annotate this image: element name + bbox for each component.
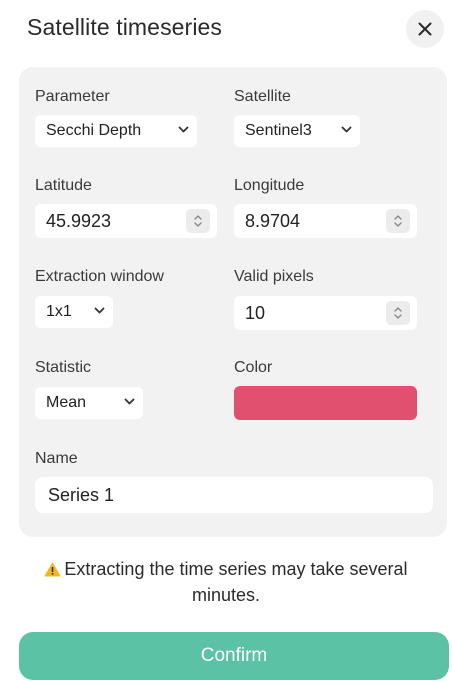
longitude-stepper[interactable]: [386, 209, 410, 233]
confirm-label: Confirm: [200, 645, 268, 666]
name-input[interactable]: [35, 477, 433, 513]
satellite-timeseries-dialog: Satellite timeseries Parameter Secchi De…: [0, 0, 452, 681]
longitude-value: 8.9704: [245, 210, 301, 231]
name-label: Name: [35, 450, 78, 467]
warning-icon: [44, 562, 61, 577]
stepper-icon: [394, 307, 402, 319]
latitude-stepper[interactable]: [186, 209, 210, 233]
dialog-title: Satellite timeseries: [27, 14, 223, 40]
statistic-value: Mean: [46, 394, 87, 411]
close-button[interactable]: [406, 10, 444, 48]
chevron-down-icon: [178, 126, 189, 133]
satellite-select[interactable]: Sentinel3: [234, 115, 360, 147]
latitude-input[interactable]: 45.9923: [35, 204, 217, 238]
extraction-window-label: Extraction window: [35, 268, 164, 285]
valid-pixels-input[interactable]: 10: [234, 296, 417, 330]
chevron-down-icon: [341, 126, 352, 133]
satellite-label: Satellite: [234, 88, 291, 105]
valid-pixels-label: Valid pixels: [234, 268, 314, 285]
warning-text: Extracting the time series may take seve…: [64, 559, 408, 605]
satellite-value: Sentinel3: [245, 122, 312, 139]
confirm-button[interactable]: Confirm: [19, 632, 449, 680]
stepper-icon: [194, 215, 202, 227]
extraction-window-select[interactable]: 1x1: [35, 296, 113, 328]
close-icon: [418, 22, 432, 36]
latitude-value: 45.9923: [46, 210, 112, 231]
extraction-window-value: 1x1: [46, 303, 72, 320]
parameter-select[interactable]: Secchi Depth: [35, 115, 197, 147]
parameter-value: Secchi Depth: [46, 122, 142, 139]
chevron-down-icon: [124, 398, 135, 405]
longitude-input[interactable]: 8.9704: [234, 204, 417, 238]
stepper-icon: [394, 215, 402, 227]
parameter-label: Parameter: [35, 88, 110, 105]
chevron-down-icon: [94, 307, 105, 314]
statistic-select[interactable]: Mean: [35, 387, 143, 419]
warning-message: Extracting the time series may take seve…: [20, 556, 432, 608]
color-picker[interactable]: [234, 386, 417, 420]
color-label: Color: [234, 359, 273, 376]
statistic-label: Statistic: [35, 359, 92, 376]
dialog-header: Satellite timeseries: [0, 0, 452, 60]
valid-pixels-stepper[interactable]: [386, 301, 410, 325]
latitude-label: Latitude: [35, 177, 92, 194]
form-panel: Parameter Secchi Depth Satellite Sentine…: [19, 67, 447, 537]
longitude-label: Longitude: [234, 177, 305, 194]
valid-pixels-value: 10: [245, 302, 266, 323]
